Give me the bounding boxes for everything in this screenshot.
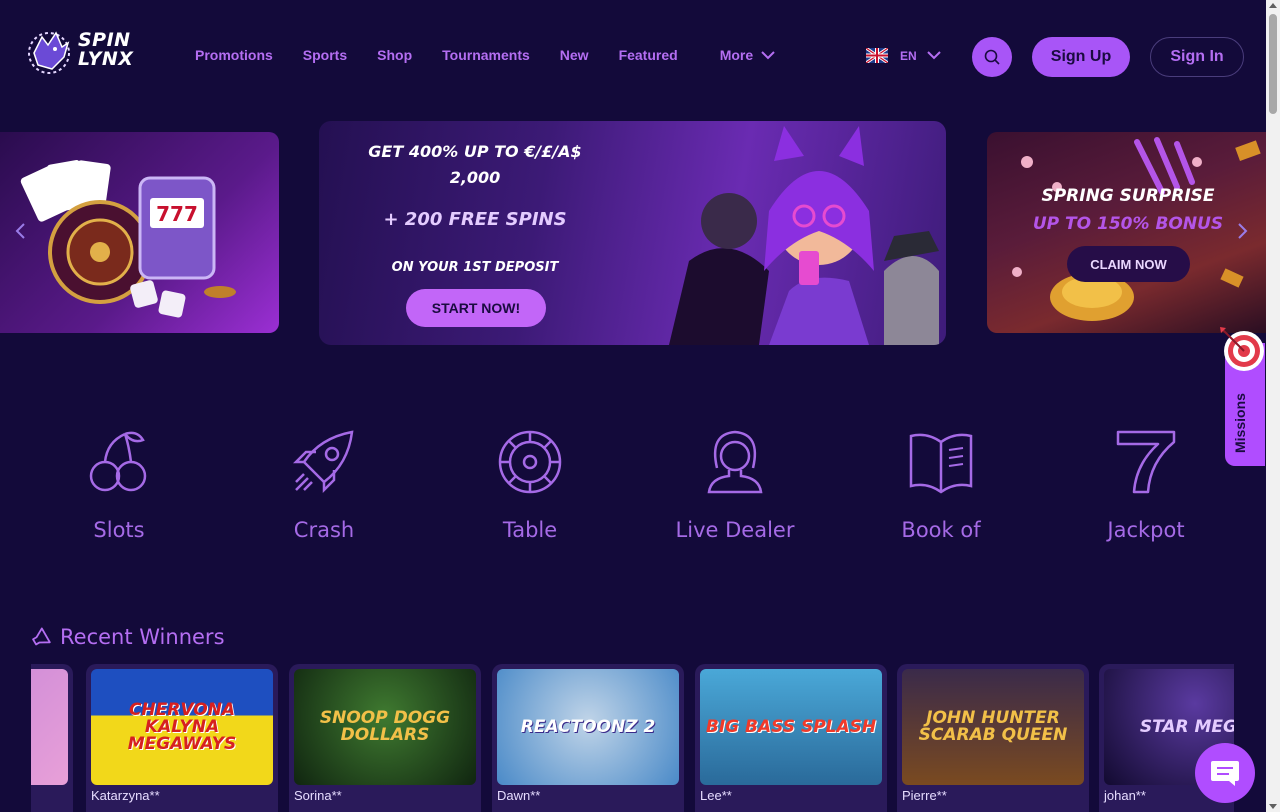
free-spins-text: + 200 FREE SPINS [383,209,567,230]
dealer-icon [707,430,763,494]
category-jackpot[interactable]: Jackpot [1071,428,1221,542]
nav-shop[interactable]: Shop [377,47,412,63]
category-label: Table [502,518,558,542]
svg-text:777: 777 [156,202,198,226]
site-header: SPIN LYNX Promotions Sports Shop Tournam… [0,0,1266,110]
sign-up-button[interactable]: Sign Up [1032,37,1130,77]
category-crash[interactable]: Crash [249,428,399,542]
recent-winners-title: Recent Winners [60,625,225,649]
winner-card[interactable]: BIG BASS SPLASH Lee** [695,664,887,812]
uk-flag-icon [866,48,888,63]
winner-card[interactable] [31,664,73,812]
game-title: CHERVONA KALYNA MEGAWAYS [127,699,237,754]
nav-featured[interactable]: Featured [619,47,678,63]
promo-banner-spring[interactable]: SPRING SURPRISE UP TO 150% BONUS CLAIM N… [987,132,1266,333]
category-label: Crash [293,518,355,542]
search-button[interactable] [972,37,1012,77]
spring-bonus-text: UP TO 150% BONUS [1032,214,1224,234]
game-thumbnail: BIG BASS SPLASH [700,669,882,785]
game-thumbnail: JOHN HUNTER SCARAB QUEEN [902,669,1084,785]
game-thumbnail [31,669,68,785]
nav-more[interactable]: More [720,47,775,63]
category-label: Slots [93,518,145,542]
search-icon [984,49,1000,65]
claim-now-button[interactable]: CLAIM NOW [1067,246,1190,282]
promo-banner-welcome[interactable]: GET 400% UP TO €/£/A$ 2,000 + 200 FREE S… [319,121,946,345]
game-thumbnail: CHERVONA KALYNA MEGAWAYS [91,669,273,785]
page-scrollbar[interactable] [1266,0,1280,812]
category-label: Jackpot [1107,518,1185,542]
carousel-next-arrow-icon[interactable] [1237,222,1249,246]
recent-winners-list: CHERVONA KALYNA MEGAWAYS Katarzyna** SNO… [31,664,1234,812]
nav-more-label: More [719,47,754,63]
missions-label: Missions [1232,393,1248,453]
category-slots[interactable]: Slots [44,428,194,542]
scroll-up-arrow-icon[interactable] [1269,3,1277,8]
category-table[interactable]: Table [455,428,605,542]
first-deposit-text: ON YOUR 1ST DEPOSIT [391,260,559,275]
main-nav: Promotions Sports Shop Tournaments New F… [195,47,805,63]
welcome-offer-cap: 2,000 [449,168,501,187]
lynx-logo-icon [28,31,70,74]
winner-name: johan** [1104,788,1146,803]
category-book-of[interactable]: Book of [866,428,1016,542]
language-selector[interactable]: EN [866,48,941,63]
winner-name: Dawn** [497,788,541,803]
chevron-down-icon [926,51,941,60]
cherries-icon [89,431,147,492]
winner-card[interactable]: JOHN HUNTER SCARAB QUEEN Pierre** [897,664,1089,812]
chevron-down-icon [761,50,775,59]
seven-icon [1116,430,1176,494]
scroll-down-arrow-icon[interactable] [1269,804,1277,809]
game-thumbnail: REACTOONZ 2 [497,669,679,785]
game-title: BIG BASS SPLASH [705,716,877,737]
game-title: JOHN HUNTER SCARAB QUEEN [918,708,1068,745]
rocket-icon [292,430,354,494]
winner-name: Pierre** [902,788,947,803]
book-icon [909,433,973,494]
spring-surprise-title: SPRING SURPRISE [1041,186,1215,206]
roulette-icon [498,430,562,494]
game-thumbnail: SNOOP DOGG DOLLARS [294,669,476,785]
winner-name: Sorina** [294,788,342,803]
target-icon [1220,327,1264,371]
language-code: EN [900,48,917,63]
winner-card[interactable]: CHERVONA KALYNA MEGAWAYS Katarzyna** [86,664,278,812]
live-chat-button[interactable] [1195,743,1255,803]
category-label: Live Dealer [675,518,795,542]
chat-bubble-icon [1211,761,1239,786]
start-now-button[interactable]: START NOW! [406,289,546,327]
nav-new[interactable]: New [560,47,589,63]
game-title: STAR MEGA [1139,716,1234,737]
scrollbar-thumb[interactable] [1269,14,1277,114]
game-title: REACTOONZ 2 [520,716,656,737]
nav-promotions[interactable]: Promotions [195,47,273,63]
promo-banner-casino[interactable]: 777 [0,132,279,333]
recent-winners-heading: Recent Winners [30,625,225,649]
welcome-offer-amount: GET 400% UP TO €/£/A$ [368,142,582,161]
game-title: SNOOP DOGG DOLLARS [319,708,451,745]
nav-tournaments[interactable]: Tournaments [442,47,530,63]
category-live-dealer[interactable]: Live Dealer [660,428,810,542]
spin-lynx-logo[interactable]: SPIN LYNX [22,22,148,78]
winner-name: Lee** [700,788,732,803]
winner-card[interactable]: REACTOONZ 2 Dawn** [492,664,684,812]
banner-characters-illustration [669,126,939,345]
winner-card[interactable]: SNOOP DOGG DOLLARS Sorina** [289,664,481,812]
category-label: Book of [901,518,981,542]
megaphone-icon [32,627,51,646]
winner-name: Katarzyna** [91,788,160,803]
carousel-prev-arrow-icon[interactable] [14,222,26,246]
nav-sports[interactable]: Sports [303,47,347,63]
logo-text-line2: LYNX [78,48,134,70]
welcome-offer-title: GET 400% UP TO €/£/A$ 2,000 [319,139,631,191]
casino-illustration: 777 [20,160,236,318]
sign-in-button[interactable]: Sign In [1150,37,1244,77]
